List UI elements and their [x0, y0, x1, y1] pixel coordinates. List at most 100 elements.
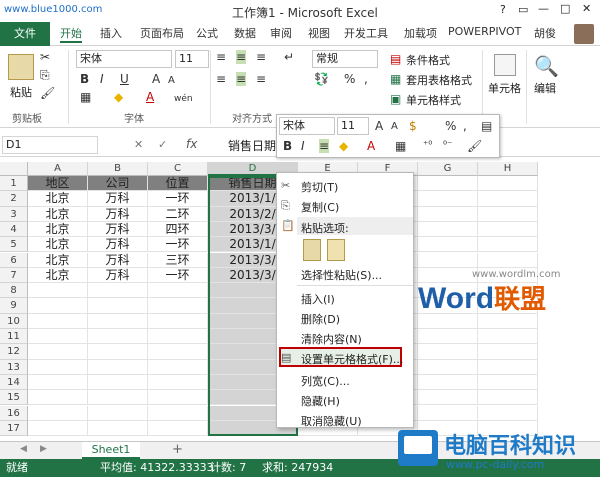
mini-increase-decimal-icon[interactable]: ⁺⁰: [423, 139, 432, 153]
row-header[interactable]: 13: [0, 359, 28, 375]
tab-home[interactable]: 开始: [60, 25, 82, 43]
menu-item-column-width[interactable]: 列宽(C)...: [301, 373, 350, 389]
cell[interactable]: 一环: [148, 191, 208, 207]
underline-button[interactable]: U: [120, 72, 129, 86]
cells-button[interactable]: 单元格: [488, 80, 521, 96]
phonetic-button[interactable]: wén: [174, 92, 193, 106]
insert-function-button[interactable]: fx: [186, 137, 197, 151]
row-header[interactable]: 3: [0, 206, 28, 222]
cell[interactable]: [148, 313, 208, 329]
cell[interactable]: [418, 390, 478, 406]
cell[interactable]: [88, 298, 148, 314]
cell[interactable]: 万科: [88, 206, 148, 222]
find-icon[interactable]: 🔍: [534, 54, 559, 78]
conditional-format-button[interactable]: 条件格式: [406, 52, 450, 68]
cell-styles-button[interactable]: 单元格样式: [406, 92, 461, 108]
mini-font-color-icon[interactable]: A: [367, 139, 375, 153]
font-size-combo[interactable]: 11: [175, 50, 209, 68]
cell[interactable]: [148, 283, 208, 299]
cell[interactable]: 万科: [88, 191, 148, 207]
cell[interactable]: [418, 206, 478, 222]
menu-item-unhide[interactable]: 取消隐藏(U): [301, 413, 362, 429]
scroll-right-icon[interactable]: ▶: [40, 444, 47, 454]
cell[interactable]: [28, 390, 88, 406]
cell[interactable]: [88, 405, 148, 421]
row-header[interactable]: 8: [0, 283, 28, 299]
mini-shrink-font-icon[interactable]: A: [391, 120, 398, 134]
cell[interactable]: [28, 374, 88, 391]
name-box[interactable]: D1: [2, 136, 98, 154]
cancel-button[interactable]: ✕: [134, 138, 143, 151]
cell[interactable]: 位置: [148, 176, 208, 192]
menu-item-clear[interactable]: 清除内容(N): [301, 331, 362, 347]
cell[interactable]: [88, 313, 148, 329]
menu-item-copy[interactable]: 复制(C): [301, 199, 339, 215]
mini-currency-icon[interactable]: $: [409, 119, 417, 133]
font-color-button[interactable]: A: [146, 90, 154, 104]
menu-item-cut[interactable]: 剪切(T): [301, 179, 338, 195]
cell[interactable]: [418, 252, 478, 268]
copy-icon[interactable]: ⎘: [40, 68, 50, 82]
sheet-tab-sheet1[interactable]: Sheet1: [82, 442, 140, 459]
cell[interactable]: 三环: [148, 252, 208, 268]
tab-page-layout[interactable]: 页面布局: [140, 25, 184, 41]
cell[interactable]: [28, 359, 88, 375]
cell[interactable]: [88, 329, 148, 345]
cell[interactable]: [148, 390, 208, 406]
menu-item-format-cells[interactable]: 设置单元格格式(F)...: [301, 351, 403, 367]
cell[interactable]: [418, 344, 478, 360]
menu-item-delete[interactable]: 删除(D): [301, 311, 340, 327]
cell[interactable]: [478, 405, 538, 421]
cell[interactable]: 北京: [28, 206, 88, 222]
font-grow-button[interactable]: A: [152, 72, 160, 86]
cell[interactable]: [478, 329, 538, 345]
format-painter-icon[interactable]: 🖌: [40, 86, 55, 100]
cell[interactable]: [478, 390, 538, 406]
cell[interactable]: [418, 405, 478, 421]
menu-item-paste-special[interactable]: 选择性粘贴(S)...: [301, 267, 382, 283]
formula-input[interactable]: 销售日期: [228, 137, 276, 154]
cell[interactable]: 四环: [148, 221, 208, 238]
align-right-icon[interactable]: ≡: [256, 72, 266, 86]
cell[interactable]: 北京: [28, 221, 88, 238]
column-header-h[interactable]: H: [478, 162, 538, 176]
italic-button[interactable]: I: [100, 72, 104, 86]
column-header-g[interactable]: G: [418, 162, 478, 176]
row-header[interactable]: 2: [0, 191, 28, 207]
cell[interactable]: [148, 329, 208, 345]
row-header[interactable]: 15: [0, 390, 28, 406]
row-header[interactable]: 16: [0, 405, 28, 421]
paste-icon[interactable]: [8, 54, 34, 80]
row-header[interactable]: 10: [0, 313, 28, 329]
align-center-icon[interactable]: ≡: [236, 72, 247, 86]
tab-data[interactable]: 数据: [234, 25, 256, 41]
row-header[interactable]: 12: [0, 344, 28, 360]
mini-format-painter-icon[interactable]: 🖌: [467, 139, 482, 153]
cell[interactable]: 北京: [28, 252, 88, 268]
maximize-button[interactable]: □: [560, 2, 570, 15]
help-button[interactable]: ?: [500, 3, 506, 16]
cell[interactable]: [148, 374, 208, 391]
mini-format-icon[interactable]: ▤: [481, 119, 492, 133]
column-header-b[interactable]: B: [88, 162, 148, 176]
align-bottom-icon[interactable]: ≡: [256, 50, 266, 64]
row-header[interactable]: 9: [0, 298, 28, 314]
tab-review[interactable]: 审阅: [270, 25, 292, 41]
cell[interactable]: 北京: [28, 267, 88, 284]
tab-view[interactable]: 视图: [308, 25, 330, 41]
fill-color-icon[interactable]: ◆: [114, 90, 123, 104]
row-header[interactable]: 7: [0, 267, 28, 284]
cell[interactable]: [28, 344, 88, 360]
mini-fill-color-icon[interactable]: ◆: [339, 139, 348, 153]
mini-bold-button[interactable]: B: [283, 139, 292, 153]
mini-size-combo[interactable]: 11: [337, 117, 369, 135]
cell[interactable]: [478, 374, 538, 391]
cell[interactable]: [418, 176, 478, 192]
cell[interactable]: [418, 191, 478, 207]
align-middle-icon[interactable]: ≡: [236, 50, 247, 64]
cell[interactable]: [478, 359, 538, 375]
avatar[interactable]: [574, 24, 594, 44]
cell[interactable]: [478, 344, 538, 360]
minimize-button[interactable]: —: [538, 2, 549, 15]
paste-option-icon[interactable]: [303, 239, 321, 261]
